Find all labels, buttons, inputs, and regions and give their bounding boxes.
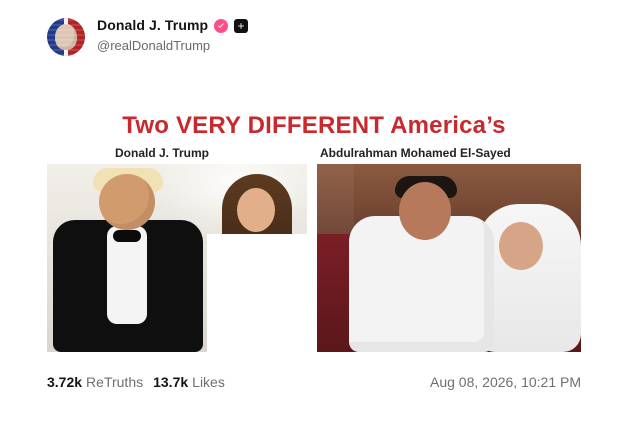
author-name[interactable]: Donald J. Trump bbox=[97, 17, 208, 33]
right-person-label: Abdulrahman Mohamed El-Sayed bbox=[320, 146, 511, 160]
media-headline: Two VERY DIFFERENT America’s bbox=[122, 112, 506, 139]
left-photo bbox=[47, 164, 307, 352]
post-header: Donald J. Trump @realDonaldTrump bbox=[47, 17, 249, 62]
plus-badge-icon bbox=[234, 18, 249, 33]
media-photos bbox=[47, 164, 581, 352]
engagement-stats: 3.72k ReTruths 13.7k Likes bbox=[47, 374, 225, 390]
post-media[interactable]: Two VERY DIFFERENT America’s Donald J. T… bbox=[47, 112, 581, 352]
background-person-face bbox=[237, 188, 275, 232]
retruths-stat[interactable]: 3.72k ReTruths bbox=[47, 374, 143, 390]
media-labels: Donald J. Trump Abdulrahman Mohamed El-S… bbox=[47, 146, 581, 162]
author-identity: Donald J. Trump @realDonaldTrump bbox=[97, 17, 249, 54]
verified-check-icon-svg bbox=[218, 22, 225, 28]
retruths-count: 3.72k bbox=[47, 374, 83, 390]
woman-face bbox=[499, 222, 543, 270]
left-person-label: Donald J. Trump bbox=[115, 146, 210, 160]
face bbox=[99, 174, 155, 230]
man-face bbox=[399, 182, 451, 240]
author-handle[interactable]: @realDonaldTrump bbox=[97, 39, 248, 54]
likes-stat[interactable]: 13.7k Likes bbox=[153, 374, 225, 390]
author-name-row: Donald J. Trump bbox=[97, 17, 249, 33]
author-avatar[interactable] bbox=[47, 18, 85, 56]
bow-tie bbox=[113, 230, 141, 242]
likes-count: 13.7k bbox=[153, 374, 189, 390]
white-redaction-block bbox=[207, 234, 307, 352]
post-footer: 3.72k ReTruths 13.7k Likes Aug 08, 2026,… bbox=[47, 374, 581, 392]
plus-badge-icon-svg bbox=[238, 22, 245, 29]
likes-label: Likes bbox=[192, 374, 225, 390]
right-photo bbox=[317, 164, 581, 352]
post-card: Donald J. Trump @realDonaldTrump Two VER… bbox=[0, 0, 628, 433]
verified-check-icon bbox=[214, 18, 229, 33]
post-timestamp[interactable]: Aug 08, 2026, 10:21 PM bbox=[430, 374, 581, 390]
retruths-label: ReTruths bbox=[86, 374, 144, 390]
